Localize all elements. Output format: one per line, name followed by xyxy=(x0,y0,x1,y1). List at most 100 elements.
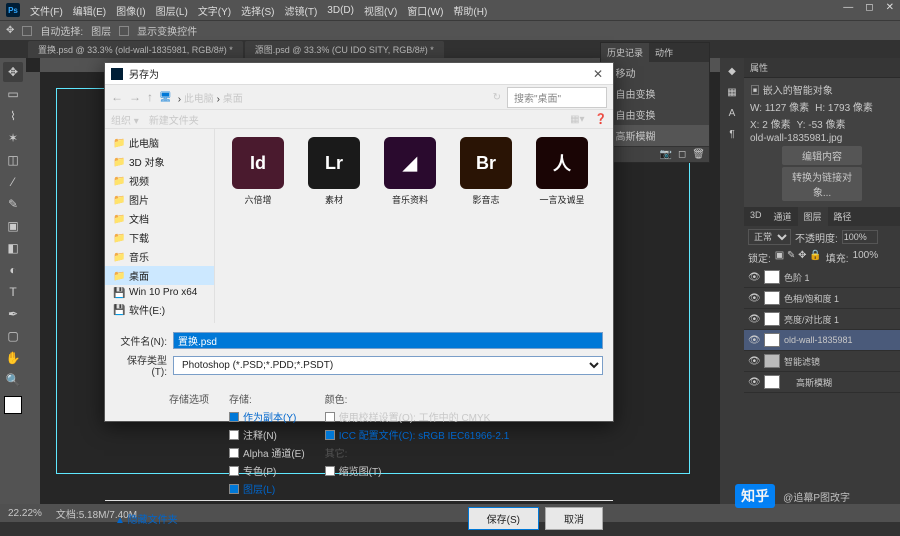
sidebar-item[interactable]: 📁图片 xyxy=(105,190,214,209)
menu-select[interactable]: 选择(S) xyxy=(241,3,274,18)
lasso-tool[interactable]: ⌇ xyxy=(3,106,23,126)
move-tool[interactable]: ✥ xyxy=(3,62,23,82)
nav-fwd-icon[interactable]: → xyxy=(129,90,141,104)
tab-paths[interactable]: 路径 xyxy=(828,207,858,226)
menu-3d[interactable]: 3D(D) xyxy=(327,5,354,16)
swatches-icon[interactable]: ▦ xyxy=(727,87,736,98)
sidebar-item[interactable]: 💾软件(E:) xyxy=(105,300,214,319)
cb-copy[interactable]: 作为副本(Y) xyxy=(229,409,305,424)
blend-mode-select[interactable]: 正常 xyxy=(748,229,791,245)
zoom-level[interactable]: 22.22% xyxy=(8,508,42,519)
history-item[interactable]: ▸ 自由变换 xyxy=(601,104,709,125)
trash-icon[interactable]: 🗑 xyxy=(692,149,705,160)
marquee-tool[interactable]: ▭ xyxy=(3,84,23,104)
refresh-icon[interactable]: ↻ xyxy=(493,92,501,103)
sidebar-item[interactable]: 📁桌面 xyxy=(105,266,214,285)
help-icon[interactable]: ❓ xyxy=(595,114,607,125)
convert-link-button[interactable]: 转换为链接对象... xyxy=(782,167,862,201)
lock-icons[interactable]: ▣ ✎ ✥ 🔒 xyxy=(775,250,822,265)
tab-channels[interactable]: 通道 xyxy=(768,207,798,226)
cb-spot[interactable]: 专色(P) xyxy=(229,463,305,478)
history-item[interactable]: ▸ 高斯模糊 xyxy=(601,125,709,146)
folder-item[interactable]: ◢音乐资料 xyxy=(379,137,441,206)
new-folder-button[interactable]: 新建文件夹 xyxy=(149,112,199,127)
opacity-input[interactable] xyxy=(842,230,878,244)
para-icon[interactable]: ¶ xyxy=(729,129,734,140)
snapshot-icon[interactable]: 📷 xyxy=(660,149,672,160)
menu-edit[interactable]: 编辑(E) xyxy=(73,3,106,18)
color-swatches[interactable] xyxy=(4,396,22,414)
sidebar-item[interactable]: 📁视频 xyxy=(105,171,214,190)
sidebar-item[interactable]: 📁音乐 xyxy=(105,247,214,266)
tab-actions[interactable]: 动作 xyxy=(649,43,679,62)
minimize-button[interactable]: — xyxy=(843,2,853,13)
cancel-button[interactable]: 取消 xyxy=(545,507,603,530)
layer-row[interactable]: 👁亮度/对比度 1 xyxy=(744,309,900,330)
sidebar-item[interactable]: 💾学习(E:) xyxy=(105,319,214,323)
sidebar-item[interactable]: 📁此电脑 xyxy=(105,133,214,152)
menu-image[interactable]: 图像(I) xyxy=(116,3,145,18)
show-transform-checkbox[interactable] xyxy=(119,26,129,36)
pen-tool[interactable]: ✒ xyxy=(3,304,23,324)
doc-tab-1[interactable]: 置换.psd @ 33.3% (old-wall-1835981, RGB/8#… xyxy=(28,41,243,58)
folder-item[interactable]: Id六倍增 xyxy=(227,137,289,206)
char-icon[interactable]: A xyxy=(729,108,736,119)
doc-tab-2[interactable]: 源图.psd @ 33.3% (CU IDO SITY, RGB/8#) * xyxy=(245,41,444,58)
gradient-tool[interactable]: ◐ xyxy=(3,260,23,280)
menu-filter[interactable]: 滤镜(T) xyxy=(285,3,318,18)
nav-up-icon[interactable]: ↑ xyxy=(147,90,153,104)
sidebar-item[interactable]: 📁文档 xyxy=(105,209,214,228)
search-input[interactable]: 搜索"桌面" xyxy=(507,87,607,108)
hide-folders-link[interactable]: ▲ 隐藏文件夹 xyxy=(115,511,178,526)
menu-type[interactable]: 文字(Y) xyxy=(198,3,231,18)
nav-back-icon[interactable]: ← xyxy=(111,90,123,104)
layer-row[interactable]: 👁色相/饱和度 1 xyxy=(744,288,900,309)
cb-proof[interactable]: 使用校样设置(O): 工作中的 CMYK xyxy=(325,409,510,424)
eraser-tool[interactable]: ◧ xyxy=(3,238,23,258)
new-state-icon[interactable]: ◻ xyxy=(678,149,686,160)
auto-select-target[interactable]: 图层 xyxy=(91,23,111,38)
tab-layers[interactable]: 图层 xyxy=(798,207,828,226)
cb-thumbnail[interactable]: 缩览图(T) xyxy=(325,463,510,478)
history-item[interactable]: ▸ 移动 xyxy=(601,62,709,83)
shape-tool[interactable]: ▢ xyxy=(3,326,23,346)
menu-layer[interactable]: 图层(L) xyxy=(156,3,188,18)
stamp-tool[interactable]: ▣ xyxy=(3,216,23,236)
cb-layers[interactable]: 图层(L) xyxy=(229,481,305,496)
layer-row[interactable]: 👁old-wall-1835981 xyxy=(744,330,900,351)
history-item[interactable]: ▸ 自由变换 xyxy=(601,83,709,104)
menu-help[interactable]: 帮助(H) xyxy=(453,3,487,18)
folder-item[interactable]: Br影音志 xyxy=(455,137,517,206)
cb-alpha[interactable]: Alpha 通道(E) xyxy=(229,445,305,460)
menu-view[interactable]: 视图(V) xyxy=(364,3,397,18)
dialog-close-button[interactable]: ✕ xyxy=(589,67,607,81)
folder-view[interactable]: Id六倍增Lr素材◢音乐资料Br影音志人一言及诚呈 xyxy=(215,129,613,323)
organize-button[interactable]: 组织 ▾ xyxy=(111,112,139,127)
layer-row[interactable]: 👁高斯模糊 xyxy=(744,372,900,393)
filename-input[interactable] xyxy=(173,332,603,349)
cb-icc[interactable]: ICC 配置文件(C): sRGB IEC61966-2.1 xyxy=(325,427,510,442)
filetype-select[interactable]: Photoshop (*.PSD;*.PDD;*.PSDT) xyxy=(173,356,603,375)
sidebar-item[interactable]: 💾Win 10 Pro x64 xyxy=(105,285,214,300)
menu-window[interactable]: 窗口(W) xyxy=(407,3,443,18)
hand-tool[interactable]: ✋ xyxy=(3,348,23,368)
auto-select-checkbox[interactable] xyxy=(22,26,32,36)
folder-item[interactable]: Lr素材 xyxy=(303,137,365,206)
menu-file[interactable]: 文件(F) xyxy=(30,3,63,18)
view-icon[interactable]: ▦▾ xyxy=(570,114,584,125)
layer-row[interactable]: 👁色阶 1 xyxy=(744,267,900,288)
crop-tool[interactable]: ◫ xyxy=(3,150,23,170)
tab-3d[interactable]: 3D xyxy=(744,207,768,226)
edit-contents-button[interactable]: 编辑内容 xyxy=(782,146,862,165)
type-tool[interactable]: T xyxy=(3,282,23,302)
tab-history[interactable]: 历史记录 xyxy=(601,43,649,62)
layer-row[interactable]: 👁智能滤镜 xyxy=(744,351,900,372)
maximize-button[interactable]: ◻ xyxy=(865,2,873,13)
close-button[interactable]: ✕ xyxy=(886,2,894,13)
folder-item[interactable]: 人一言及诚呈 xyxy=(531,137,593,206)
color-icon[interactable]: ◆ xyxy=(728,66,736,77)
save-button[interactable]: 保存(S) xyxy=(468,507,539,530)
cb-annotations[interactable]: 注释(N) xyxy=(229,427,305,442)
zoom-tool[interactable]: 🔍 xyxy=(3,370,23,390)
brush-tool[interactable]: ✎ xyxy=(3,194,23,214)
